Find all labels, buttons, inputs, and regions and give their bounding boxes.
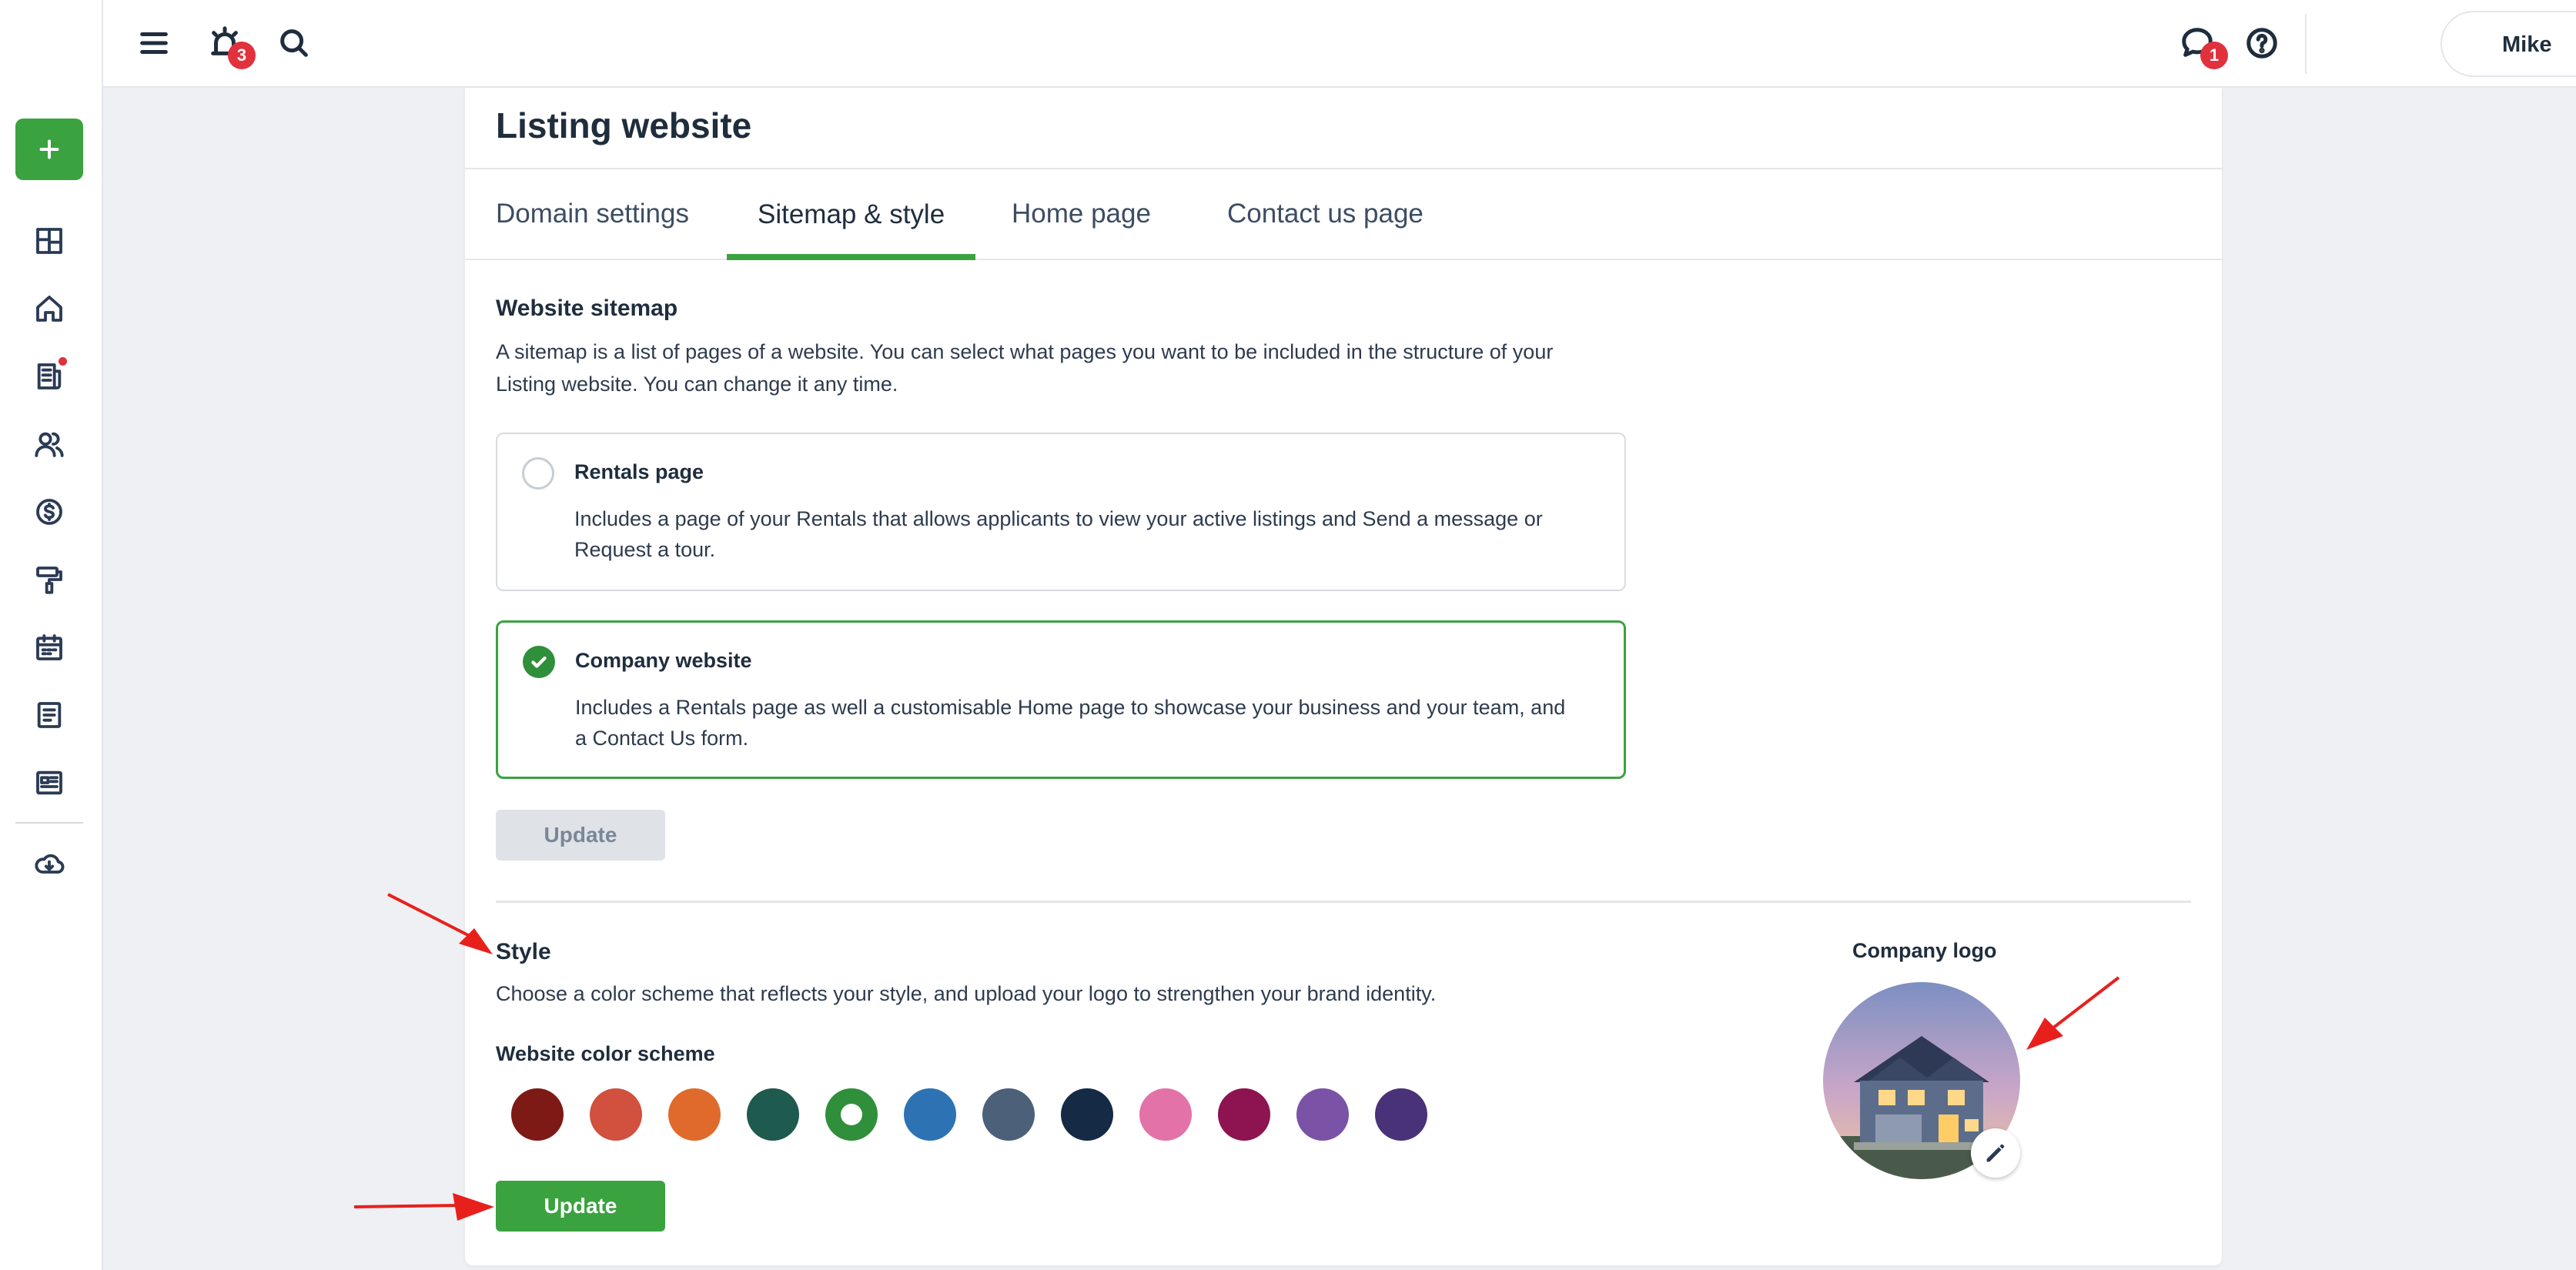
company-logo-label: Company logo xyxy=(1852,939,1997,962)
color-scheme-label: Website color scheme xyxy=(496,1042,715,1065)
sidebar-item-maintenance[interactable] xyxy=(28,559,70,600)
sidebar-item-download[interactable] xyxy=(28,844,70,885)
edit-logo-button[interactable] xyxy=(1971,1128,2020,1178)
sitemap-description-line2: Listing website. You can change it any t… xyxy=(496,373,898,396)
paint-roller-icon xyxy=(36,566,62,594)
listing-card-icon xyxy=(36,770,62,795)
sidebar-item-calendar[interactable] xyxy=(28,627,70,668)
search-icon xyxy=(280,29,308,57)
section-divider xyxy=(496,901,2191,903)
color-swatch[interactable] xyxy=(1296,1088,1349,1141)
listing-website-card: Listing website Domain settings Sitemap … xyxy=(465,88,2222,1265)
dollar-circle-icon xyxy=(36,499,62,525)
home-icon xyxy=(36,296,62,322)
sidebar xyxy=(0,0,103,1270)
user-menu[interactable]: Mike xyxy=(2441,11,2576,77)
radio-unchecked[interactable] xyxy=(522,457,554,490)
option-title: Company website xyxy=(575,649,752,672)
option-description-line2: Request a tour. xyxy=(574,538,716,561)
page-title: Listing website xyxy=(496,105,752,145)
style-section-title: Style xyxy=(496,939,551,964)
tab-domain-settings[interactable]: Domain settings xyxy=(465,169,720,259)
color-swatch[interactable] xyxy=(1218,1088,1270,1141)
style-description: Choose a color scheme that reflects your… xyxy=(496,982,1437,1005)
option-description-line2: a Contact Us form. xyxy=(575,727,749,750)
add-new-button[interactable] xyxy=(15,119,83,180)
check-icon xyxy=(531,656,547,668)
color-swatch[interactable] xyxy=(1375,1088,1427,1141)
pencil-icon xyxy=(1986,1144,2005,1162)
help-button[interactable] xyxy=(2239,20,2285,66)
sidebar-item-listings[interactable] xyxy=(28,762,70,804)
option-description: Includes a Rentals page as well a custom… xyxy=(575,692,1599,754)
topbar-divider xyxy=(2305,14,2307,74)
tab-sitemap-style[interactable]: Sitemap & style xyxy=(727,169,976,260)
color-swatch[interactable] xyxy=(511,1088,564,1141)
messages-button[interactable]: 1 xyxy=(2174,20,2228,69)
tab-home-page[interactable]: Home page xyxy=(981,169,1182,259)
people-icon xyxy=(35,432,64,457)
alerts-button[interactable]: 3 xyxy=(202,20,256,69)
tab-bar: Domain settings Sitemap & style Home pag… xyxy=(465,169,2222,260)
color-swatch[interactable] xyxy=(825,1088,878,1141)
color-swatch[interactable] xyxy=(590,1088,642,1141)
tab-contact-us-page[interactable]: Contact us page xyxy=(1196,169,1454,259)
sidebar-item-properties[interactable] xyxy=(28,288,70,329)
help-circle-icon xyxy=(2246,28,2277,58)
dashboard-icon xyxy=(36,228,62,254)
color-swatch[interactable] xyxy=(904,1088,956,1141)
alerts-count-badge: 3 xyxy=(228,42,256,69)
option-description-line1: Includes a Rentals page as well a custom… xyxy=(575,696,1566,719)
option-description: Includes a page of your Rentals that all… xyxy=(574,503,1598,565)
hamburger-menu-icon xyxy=(140,32,168,54)
search-button[interactable] xyxy=(271,20,317,66)
sidebar-item-leasing[interactable] xyxy=(28,356,70,397)
option-description-line1: Includes a page of your Rentals that all… xyxy=(574,507,1543,530)
sidebar-logo-area xyxy=(0,0,102,88)
color-swatch[interactable] xyxy=(1061,1088,1113,1141)
option-title: Rentals page xyxy=(574,460,704,483)
sitemap-section-title: Website sitemap xyxy=(496,296,678,321)
option-rentals-page[interactable]: Rentals page Includes a page of your Ren… xyxy=(496,433,1626,591)
sidebar-item-reports[interactable] xyxy=(28,694,70,736)
color-swatch[interactable] xyxy=(747,1088,799,1141)
sitemap-description-line1: A sitemap is a list of pages of a websit… xyxy=(496,340,1554,363)
cloud-download-icon xyxy=(35,854,65,874)
sidebar-item-accounting[interactable] xyxy=(28,491,70,533)
radio-checked[interactable] xyxy=(523,646,555,678)
plus-icon xyxy=(39,139,59,159)
sitemap-update-button[interactable]: Update xyxy=(496,810,665,861)
color-swatch[interactable] xyxy=(1139,1088,1192,1141)
notification-dot xyxy=(59,357,67,366)
user-name: Mike xyxy=(2502,32,2552,57)
report-icon xyxy=(37,702,62,728)
messages-count-badge: 1 xyxy=(2200,42,2228,69)
calendar-icon xyxy=(36,634,62,660)
style-update-button[interactable]: Update xyxy=(496,1181,665,1232)
color-swatch[interactable] xyxy=(668,1088,721,1141)
option-company-website[interactable]: Company website Includes a Rentals page … xyxy=(496,620,1626,779)
top-bar: 3 1 Mike xyxy=(103,0,2576,88)
menu-button[interactable] xyxy=(131,20,177,66)
color-swatch[interactable] xyxy=(982,1088,1035,1141)
sidebar-divider xyxy=(15,822,83,824)
sidebar-item-dashboard[interactable] xyxy=(28,220,70,262)
document-icon xyxy=(37,363,62,389)
sidebar-item-people[interactable] xyxy=(28,423,70,465)
